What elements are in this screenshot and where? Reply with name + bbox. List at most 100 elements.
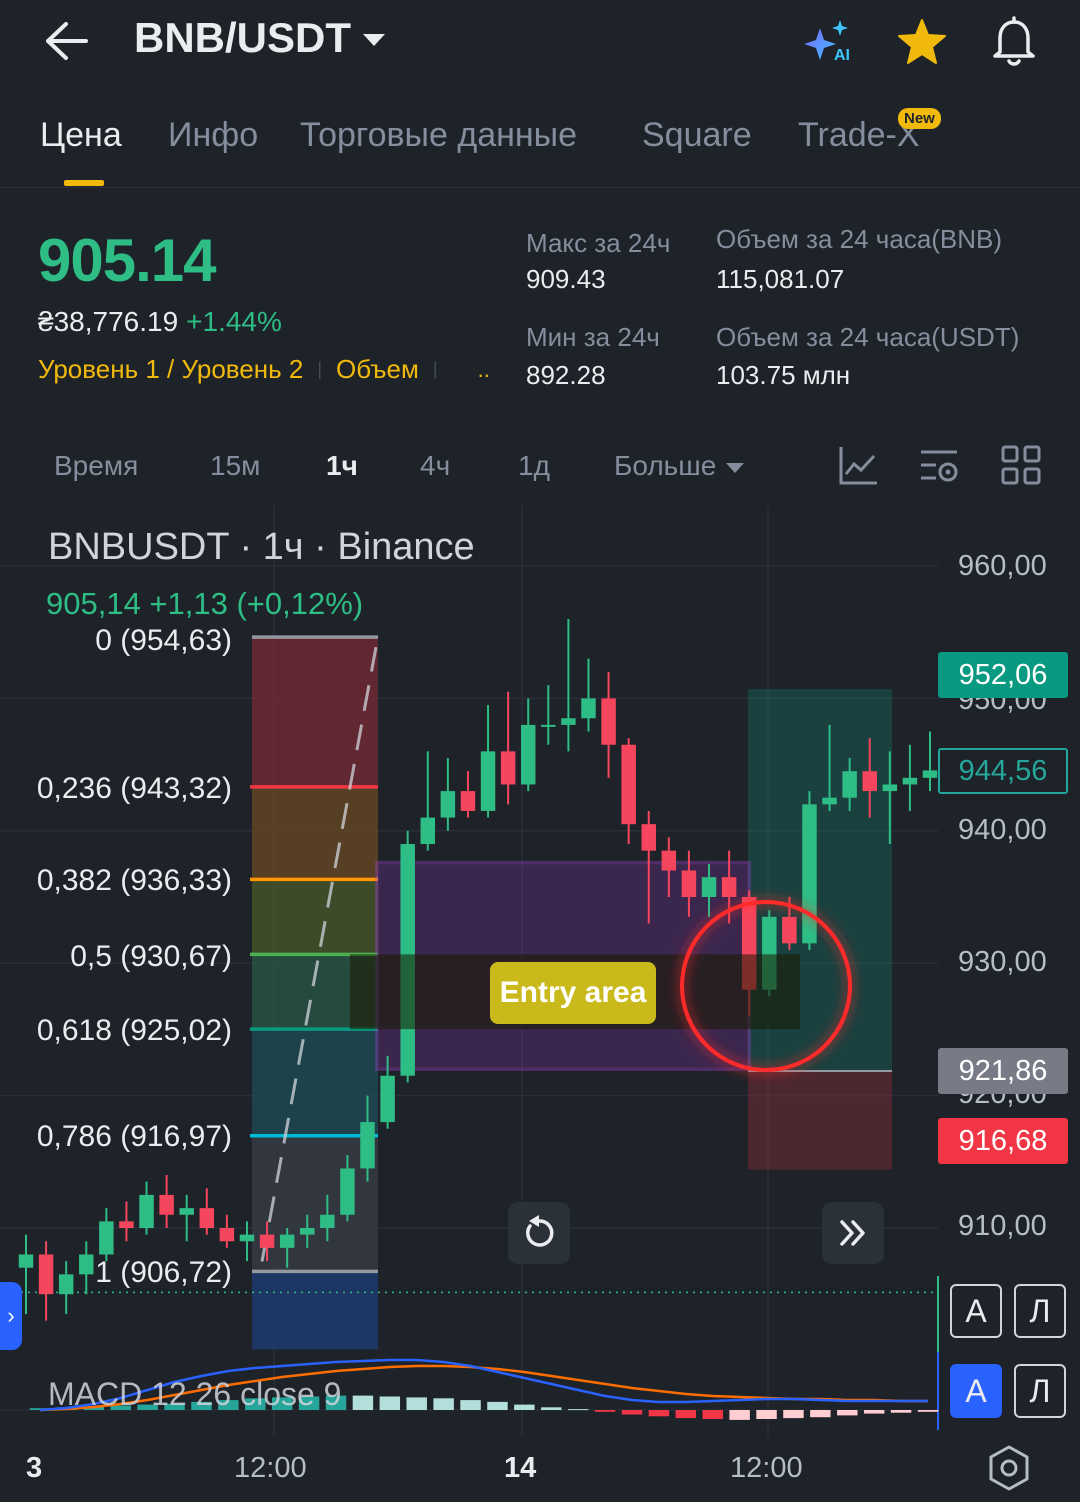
interval-1d[interactable]: 1д bbox=[518, 450, 550, 482]
indicator-chart-icon[interactable] bbox=[838, 444, 880, 486]
fib-band bbox=[252, 637, 378, 787]
chart-symbol-title: BNBUSDT · 1ч · Binance bbox=[48, 526, 475, 568]
fib-label-0618: 0,618 (925,02) bbox=[36, 1014, 232, 1047]
candle-body bbox=[681, 870, 697, 897]
candle-body bbox=[179, 1208, 194, 1215]
chevron-down-icon bbox=[363, 34, 385, 46]
interval-1h[interactable]: 1ч bbox=[326, 450, 358, 482]
volume-link[interactable]: Объем bbox=[336, 354, 419, 385]
volume-base-value: 115,081.07 bbox=[716, 264, 845, 294]
candle-body bbox=[99, 1221, 114, 1255]
tab-info[interactable]: Инфо bbox=[168, 116, 258, 155]
macd-histogram-bar bbox=[917, 1410, 939, 1412]
candle-body bbox=[279, 1234, 295, 1248]
macd-histogram-bar bbox=[702, 1410, 723, 1419]
stop-zone bbox=[748, 1070, 892, 1170]
stop-price-tag: 916,68 bbox=[938, 1118, 1068, 1164]
current-price-tag: 944,56 bbox=[938, 748, 1068, 794]
candle-body bbox=[581, 698, 596, 719]
ai-badge-text: AI bbox=[834, 47, 850, 64]
macd-histogram-bar bbox=[567, 1409, 589, 1411]
candle-body bbox=[219, 1228, 235, 1242]
tab-square[interactable]: Square bbox=[642, 116, 752, 155]
grid-layout-icon[interactable] bbox=[1000, 444, 1042, 486]
back-arrow-icon[interactable] bbox=[40, 18, 92, 64]
interval-4h[interactable]: 4ч bbox=[420, 450, 450, 482]
order-book-links: Уровень 1 / Уровень 2 | Объем | .. bbox=[38, 354, 490, 385]
interval-time[interactable]: Время bbox=[54, 450, 138, 482]
fib-band bbox=[252, 1029, 378, 1136]
expand-panel-handle[interactable]: › bbox=[0, 1282, 22, 1350]
interval-more[interactable]: Больше bbox=[614, 450, 745, 482]
x-tick: 12:00 bbox=[730, 1452, 803, 1484]
x-tick: 12:00 bbox=[234, 1452, 307, 1484]
macd-indicator-label: MACD 12 26 close 9 bbox=[48, 1376, 342, 1412]
fib-label-0786: 0,786 (916,97) bbox=[36, 1120, 232, 1153]
candle-body bbox=[782, 916, 797, 944]
interval-more-label: Больше bbox=[614, 450, 717, 481]
fib-label-0236: 0,236 (943,32) bbox=[36, 772, 232, 805]
divider: | bbox=[432, 359, 438, 379]
candle-body bbox=[460, 791, 476, 811]
fib-band bbox=[252, 879, 378, 955]
candle-body bbox=[380, 1075, 395, 1123]
candle-body bbox=[159, 1194, 174, 1215]
candle-body bbox=[561, 718, 576, 725]
y-tick: 960,00 bbox=[958, 550, 1047, 582]
system-nav-strip bbox=[0, 1502, 1080, 1511]
candle-body bbox=[139, 1194, 154, 1228]
candle-body bbox=[420, 817, 436, 845]
high-24h-label: Макс за 24ч bbox=[526, 228, 671, 258]
candle-body bbox=[480, 751, 496, 811]
macd-histogram-bar bbox=[621, 1410, 643, 1415]
candle-body bbox=[902, 777, 918, 785]
macd-histogram-bar bbox=[890, 1410, 912, 1413]
candle-body bbox=[18, 1254, 34, 1268]
chart-settings-gear-icon[interactable] bbox=[986, 1444, 1032, 1492]
y-tick: 910,00 bbox=[958, 1210, 1047, 1242]
candle-body bbox=[239, 1234, 255, 1242]
more-links[interactable]: .. bbox=[478, 357, 490, 383]
macd-log-scale-button[interactable]: Л bbox=[1014, 1364, 1066, 1418]
bell-icon[interactable] bbox=[988, 14, 1040, 68]
auto-scale-button[interactable]: А bbox=[950, 1284, 1002, 1338]
fib-label-05: 0,5 (930,67) bbox=[70, 940, 232, 973]
pair-label: BNB/USDT bbox=[134, 14, 351, 61]
tab-price[interactable]: Цена bbox=[40, 116, 122, 155]
candle-body bbox=[199, 1208, 215, 1228]
macd-histogram-bar bbox=[406, 1397, 427, 1410]
candle-body bbox=[79, 1254, 94, 1275]
y-tick: 930,00 bbox=[958, 946, 1047, 978]
star-icon[interactable] bbox=[896, 18, 948, 66]
macd-histogram-bar bbox=[433, 1398, 454, 1410]
fib-band bbox=[252, 786, 378, 880]
ai-sparkle-icon[interactable]: AI bbox=[804, 18, 854, 64]
log-scale-button[interactable]: Л bbox=[1014, 1284, 1066, 1338]
candle-body bbox=[721, 877, 737, 897]
active-tab-indicator bbox=[64, 180, 104, 186]
price-change: +1.44% bbox=[186, 306, 282, 337]
low-24h-label: Мин за 24ч bbox=[526, 322, 660, 352]
macd-histogram-bar bbox=[514, 1404, 535, 1410]
candle-body bbox=[300, 1228, 315, 1235]
candle-body bbox=[842, 771, 857, 798]
candle-body bbox=[641, 824, 656, 851]
interval-15m[interactable]: 15м bbox=[210, 450, 260, 482]
volume-base-label: Объем за 24 часа(BNB) bbox=[716, 224, 1003, 254]
volume-quote-value: 103.75 млн bbox=[716, 360, 851, 390]
reset-icon bbox=[526, 1215, 554, 1247]
macd-histogram-bar bbox=[729, 1410, 750, 1420]
tab-trading-data[interactable]: Торговые данные bbox=[300, 116, 577, 155]
scroll-to-latest-button[interactable] bbox=[822, 1202, 884, 1264]
reset-chart-button[interactable] bbox=[508, 1202, 570, 1264]
x-tick: 14 bbox=[504, 1452, 537, 1484]
macd-histogram-bar bbox=[487, 1401, 508, 1410]
chart-ohlc-readout: 905,14 +1,13 (+0,12%) bbox=[46, 586, 364, 621]
chart-settings-icon[interactable] bbox=[918, 444, 960, 486]
fib-label-0: 0 (954,63) bbox=[95, 624, 232, 657]
order-book-level-link[interactable]: Уровень 1 / Уровень 2 bbox=[38, 354, 303, 385]
candle-body bbox=[601, 698, 616, 745]
pair-selector[interactable]: BNB/USDT bbox=[134, 14, 385, 62]
macd-auto-scale-button[interactable]: А bbox=[950, 1364, 1002, 1418]
entry-price-tag: 921,86 bbox=[938, 1048, 1068, 1094]
